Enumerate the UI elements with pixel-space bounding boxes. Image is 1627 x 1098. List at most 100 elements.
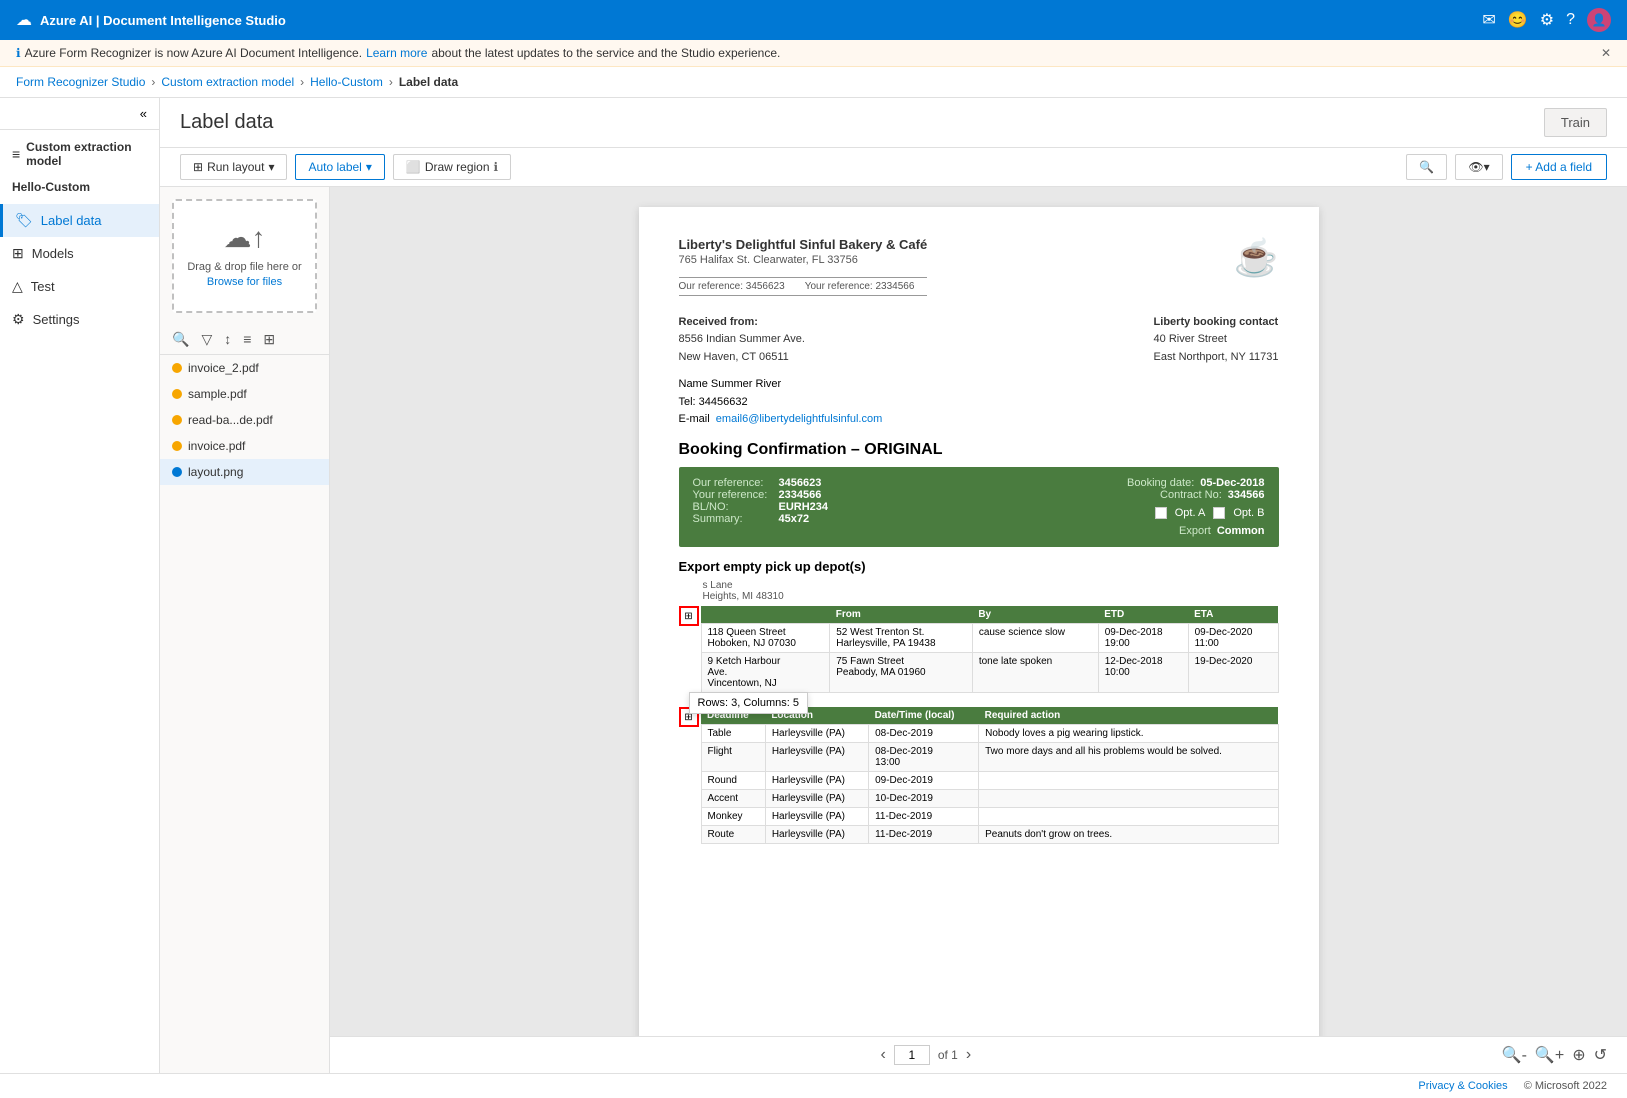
file-filter-btn[interactable]: ▽	[197, 329, 216, 350]
browse-link[interactable]: Browse for files	[207, 276, 282, 288]
file-item-invoice[interactable]: invoice.pdf	[160, 433, 329, 459]
notif-suffix: about the latest updates to the service …	[431, 46, 780, 60]
tel-line: Tel: 34456632	[679, 394, 1279, 412]
draw-region-icon: ⬜	[406, 160, 421, 174]
sidebar-item-label-data[interactable]: 🏷 Label data	[0, 204, 159, 237]
file-grid-view-btn[interactable]: ⊞	[259, 329, 279, 350]
privacy-link[interactable]: Privacy & Cookies	[1418, 1080, 1507, 1092]
account-icon[interactable]: 👤	[1587, 8, 1611, 32]
booking-contract: Contract No: 334566	[979, 489, 1265, 501]
file-name: invoice.pdf	[188, 439, 245, 453]
file-name: layout.png	[188, 465, 243, 479]
our-ref: Our reference: 3456623	[679, 281, 785, 292]
opt-b-label: Opt. B	[1233, 507, 1264, 519]
table1-col4: ETA	[1188, 606, 1278, 624]
table-row: Monkey Harleysville (PA) 11-Dec-2019	[701, 808, 1278, 826]
booking-title: Booking Confirmation – ORIGINAL	[679, 441, 1279, 459]
help-icon[interactable]: ?	[1566, 11, 1575, 29]
booking-blno: BL/NO: EURH234	[693, 501, 979, 513]
file-status-dot	[172, 467, 182, 477]
sidebar-item-settings[interactable]: ⚙ Settings	[0, 303, 159, 336]
zoom-out-btn[interactable]: 🔍-	[1502, 1045, 1527, 1065]
sidebar-item-test[interactable]: △ Test	[0, 270, 159, 303]
file-item-invoice2[interactable]: invoice_2.pdf	[160, 355, 329, 381]
doc-header: Liberty's Delightful Sinful Bakery & Caf…	[679, 237, 1279, 304]
breadcrumb-form-recognizer[interactable]: Form Recognizer Studio	[16, 75, 145, 89]
zoom-fit-btn[interactable]: ⊕	[1572, 1045, 1585, 1065]
file-list-view-btn[interactable]: ≡	[239, 329, 255, 349]
file-list: invoice_2.pdf sample.pdf read-ba...de.pd…	[160, 355, 329, 1073]
breadcrumb-hello-custom[interactable]: Hello-Custom	[310, 75, 383, 89]
file-controls: 🔍 ▽ ↕ ≡ ⊞	[160, 325, 329, 355]
breadcrumb-custom-extraction[interactable]: Custom extraction model	[161, 75, 294, 89]
upload-area: ☁↑ Drag & drop file here or Browse for f…	[172, 199, 317, 313]
file-sort-btn[interactable]: ↕	[220, 329, 235, 349]
train-button[interactable]: Train	[1544, 108, 1607, 137]
opt-b-checkbox[interactable]	[1213, 507, 1225, 519]
sidebar-collapse-btn[interactable]: «	[0, 98, 159, 130]
upload-text: Drag & drop file here or Browse for file…	[186, 260, 303, 291]
document-scroll[interactable]: Liberty's Delightful Sinful Bakery & Caf…	[330, 187, 1627, 1036]
opt-row: Opt. A Opt. B	[979, 507, 1265, 519]
file-status-dot	[172, 415, 182, 425]
search-toolbar-btn[interactable]: 🔍	[1406, 154, 1447, 180]
email-line: E-mail email6@libertydelightfulsinful.co…	[679, 411, 1279, 429]
email-link[interactable]: email6@libertydelightfulsinful.com	[716, 413, 882, 425]
sidebar-nav: 🏷 Label data ⊞ Models △ Test ⚙ Settings	[0, 204, 159, 336]
zoom-reset-btn[interactable]: ↺	[1594, 1045, 1607, 1065]
models-icon: ⊞	[12, 245, 24, 262]
table1-col1: From	[830, 606, 973, 624]
draw-region-button[interactable]: ⬜ Draw region ℹ	[393, 154, 511, 180]
table2: Deadline Location Date/Time (local) Requ…	[701, 707, 1279, 844]
document-viewer: Liberty's Delightful Sinful Bakery & Caf…	[330, 187, 1627, 1073]
email-icon[interactable]: ✉	[1482, 10, 1495, 30]
coffee-icon: ☕	[1234, 237, 1279, 279]
azure-icon: ☁	[16, 10, 32, 30]
zoom-in-btn[interactable]: 🔍+	[1535, 1045, 1564, 1065]
sidebar-header: ≡ Custom extraction model	[0, 130, 159, 174]
your-ref: Your reference: 2334566	[805, 281, 915, 292]
view-options-btn[interactable]: 👁▾	[1455, 154, 1502, 180]
table1-icon-btn[interactable]: ⊞	[679, 606, 699, 626]
table2-wrapper: ⊞ Deadline Location Date/Time (local) Re…	[679, 707, 1279, 844]
settings-icon[interactable]: ⚙	[1540, 10, 1554, 30]
copyright: © Microsoft 2022	[1524, 1080, 1607, 1092]
test-icon: △	[12, 278, 23, 295]
upload-icon: ☁↑	[186, 221, 303, 254]
notif-link[interactable]: Learn more	[366, 46, 427, 60]
page-title: Label data	[180, 111, 273, 134]
breadcrumb-current: Label data	[399, 75, 458, 89]
table-row: 9 Ketch HarbourAve.Vincentown, NJ 75 Faw…	[701, 653, 1278, 693]
file-search-btn[interactable]: 🔍	[168, 329, 193, 350]
sidebar-label-data-text: Label data	[41, 213, 102, 228]
prev-page-btn[interactable]: ‹	[881, 1046, 886, 1064]
sidebar-test-text: Test	[31, 279, 55, 294]
file-item-readba[interactable]: read-ba...de.pdf	[160, 407, 329, 433]
add-field-button[interactable]: + Add a field	[1511, 154, 1607, 180]
document-page: Liberty's Delightful Sinful Bakery & Caf…	[639, 207, 1319, 1036]
doc-received: Received from: 8556 Indian Summer Ave. N…	[679, 314, 1279, 367]
emoji-icon[interactable]: 😊	[1508, 10, 1528, 30]
doc-pagination: ‹ of 1 › 🔍- 🔍+ ⊕ ↺	[330, 1036, 1627, 1073]
run-layout-button[interactable]: ⊞ Run layout ▾	[180, 154, 287, 180]
sidebar-item-models[interactable]: ⊞ Models	[0, 237, 159, 270]
top-bar: ☁ Azure AI | Document Intelligence Studi…	[0, 0, 1627, 40]
table2-container: ⊞ Deadline Location Date/Time (local) Re…	[679, 707, 1279, 844]
booking-date: Booking date: 05-Dec-2018	[979, 477, 1265, 489]
opt-a-checkbox[interactable]	[1155, 507, 1167, 519]
sidebar-models-text: Models	[32, 246, 74, 261]
sidebar-model-label: Custom extraction model	[26, 140, 147, 168]
next-page-btn[interactable]: ›	[966, 1046, 971, 1064]
footer: Privacy & Cookies © Microsoft 2022	[0, 1073, 1627, 1098]
app-title: Azure AI | Document Intelligence Studio	[40, 13, 286, 28]
auto-label-button[interactable]: Auto label ▾	[295, 154, 384, 180]
file-item-sample[interactable]: sample.pdf	[160, 381, 329, 407]
table-row: Table Harleysville (PA) 08-Dec-2019 Nobo…	[701, 725, 1278, 743]
page-number-input[interactable]	[894, 1045, 930, 1065]
notif-close-btn[interactable]: ✕	[1601, 46, 1611, 60]
file-item-layout[interactable]: layout.png	[160, 459, 329, 485]
table-row: Route Harleysville (PA) 11-Dec-2019 Pean…	[701, 826, 1278, 844]
table-tooltip: Rows: 3, Columns: 5	[689, 692, 808, 714]
name-line: Name Summer River	[679, 376, 1279, 394]
table1-pre-text: s LaneHeights, MI 48310	[679, 580, 1279, 602]
